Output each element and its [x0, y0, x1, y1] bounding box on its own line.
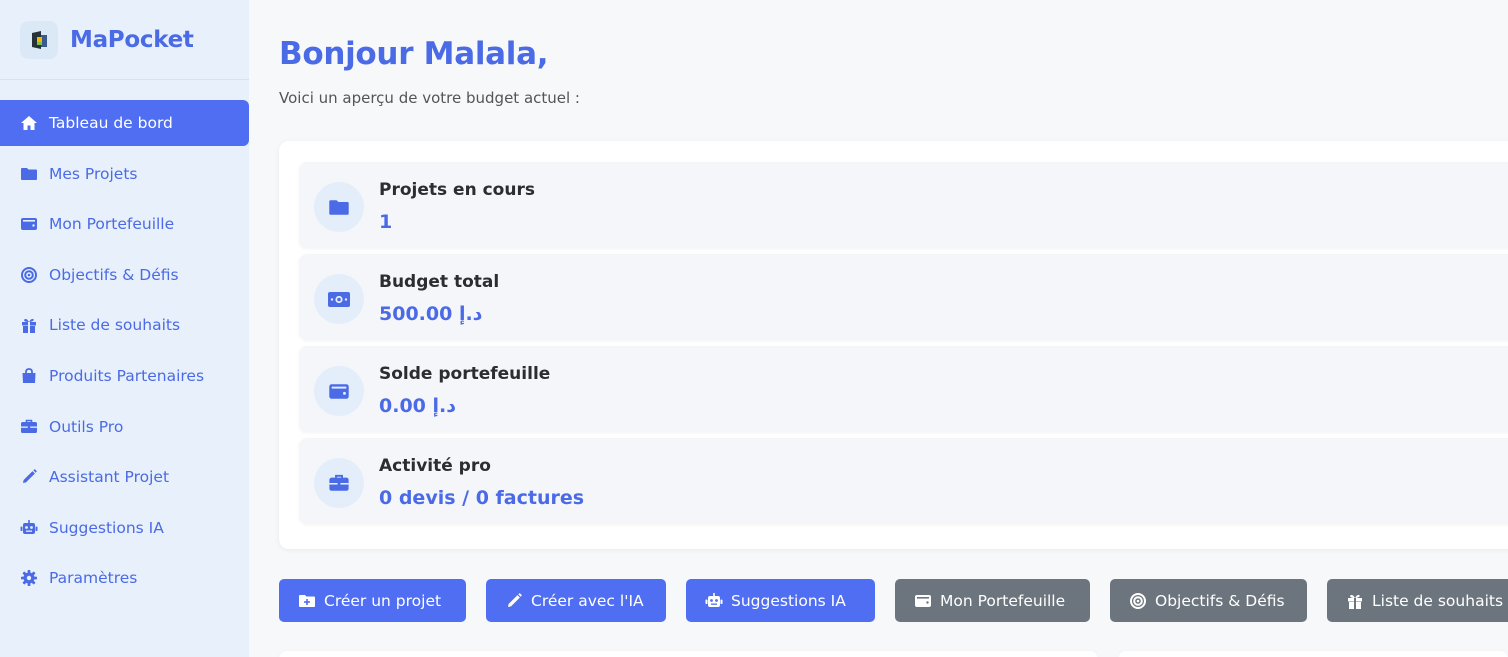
sidebar-item-tableau-de-bord[interactable]: Tableau de bord — [0, 100, 249, 146]
stat-label: Budget total — [379, 272, 500, 292]
sidebar-item-suggestions-ia[interactable]: Suggestions IA — [0, 505, 249, 551]
create-with-ai-button[interactable]: Créer avec l'IA — [486, 579, 666, 622]
logo-icon — [20, 20, 58, 59]
sidebar-item-label: Tableau de bord — [49, 114, 173, 132]
create-project-button[interactable]: Créer un projet — [279, 579, 466, 622]
wallet-icon — [314, 366, 364, 416]
wallet-icon — [20, 215, 38, 233]
sidebar-item-parametres[interactable]: Paramètres — [0, 555, 249, 601]
brand[interactable]: MaPocket — [0, 0, 249, 80]
stat-label: Solde portefeuille — [379, 364, 551, 384]
content-card — [279, 651, 1098, 657]
pencil-icon — [505, 592, 523, 610]
target-icon — [20, 266, 38, 284]
page-subtitle: Voici un aperçu de votre budget actuel : — [279, 89, 580, 107]
quick-actions: Créer un projet Créer avec l'IA Suggesti… — [279, 579, 1508, 622]
wallet-button[interactable]: Mon Portefeuille — [895, 579, 1090, 622]
sidebar-item-mes-projets[interactable]: Mes Projets — [0, 151, 249, 197]
sidebar-item-label: Objectifs & Défis — [49, 265, 179, 284]
stats-panel: Projets en cours 1 Budget total 500.00 د… — [279, 141, 1508, 549]
folder-plus-icon — [298, 592, 316, 610]
stat-card-solde: Solde portefeuille 0.00 د.إ — [299, 346, 1508, 432]
briefcase-icon — [20, 418, 38, 436]
sidebar-item-objectifs-defis[interactable]: Objectifs & Défis — [0, 252, 249, 298]
sidebar-item-label: Liste de souhaits — [49, 316, 181, 335]
button-label: Créer avec l'IA — [531, 591, 644, 610]
gear-icon — [20, 569, 38, 587]
target-icon — [1129, 592, 1147, 610]
sidebar-nav: Tableau de bord Mes Projets Mon Portefeu… — [0, 100, 249, 606]
button-label: Liste de souhaits — [1372, 591, 1504, 610]
shopping-bag-icon — [20, 367, 38, 385]
button-label: Créer un projet — [324, 591, 442, 610]
stat-card-budget: Budget total 500.00 د.إ — [299, 254, 1508, 340]
sidebar-item-label: Mon Portefeuille — [49, 215, 175, 234]
sidebar-item-label: Mes Projets — [49, 164, 138, 183]
stat-label: Projets en cours — [379, 180, 535, 200]
briefcase-icon — [314, 458, 364, 508]
stat-value: 500.00 د.إ — [379, 303, 483, 325]
content-card — [1118, 651, 1508, 657]
stat-card-activite: Activité pro 0 devis / 0 factures — [299, 438, 1508, 524]
stat-value: 1 — [379, 211, 393, 233]
robot-icon — [705, 592, 723, 610]
stat-card-projets: Projets en cours 1 — [299, 162, 1508, 248]
wishlist-button[interactable]: Liste de souhaits — [1327, 579, 1508, 622]
sidebar-item-outils-pro[interactable]: Outils Pro — [0, 404, 249, 450]
money-bill-icon — [314, 274, 364, 324]
sidebar-item-mon-portefeuille[interactable]: Mon Portefeuille — [0, 201, 249, 247]
sidebar-item-label: Paramètres — [49, 569, 138, 588]
gift-icon — [20, 316, 38, 334]
sidebar-item-label: Produits Partenaires — [49, 366, 205, 385]
sidebar-item-label: Outils Pro — [49, 417, 124, 436]
home-icon — [20, 114, 38, 132]
ai-suggestions-button[interactable]: Suggestions IA — [686, 579, 875, 622]
stat-value: 0.00 د.إ — [379, 395, 456, 417]
page-title: Bonjour Malala, — [279, 36, 549, 72]
app-name: MaPocket — [70, 26, 194, 53]
sidebar-item-label: Suggestions IA — [49, 518, 164, 537]
button-label: Mon Portefeuille — [940, 591, 1066, 610]
goals-challenges-button[interactable]: Objectifs & Défis — [1110, 579, 1307, 622]
sidebar-item-liste-de-souhaits[interactable]: Liste de souhaits — [0, 302, 249, 348]
pencil-icon — [20, 468, 38, 486]
stat-value: 0 devis / 0 factures — [379, 487, 585, 509]
gift-icon — [1346, 592, 1364, 610]
wallet-icon — [914, 592, 932, 610]
button-label: Suggestions IA — [731, 591, 846, 610]
robot-icon — [20, 519, 38, 537]
folder-icon — [314, 182, 364, 232]
button-label: Objectifs & Défis — [1155, 591, 1285, 610]
stat-label: Activité pro — [379, 456, 491, 476]
folder-icon — [20, 165, 38, 183]
sidebar: MaPocket Tableau de bord Mes Projets Mon… — [0, 0, 249, 657]
sidebar-item-label: Assistant Projet — [49, 468, 170, 487]
sidebar-item-assistant-projet[interactable]: Assistant Projet — [0, 454, 249, 500]
sidebar-item-produits-partenaires[interactable]: Produits Partenaires — [0, 353, 249, 399]
